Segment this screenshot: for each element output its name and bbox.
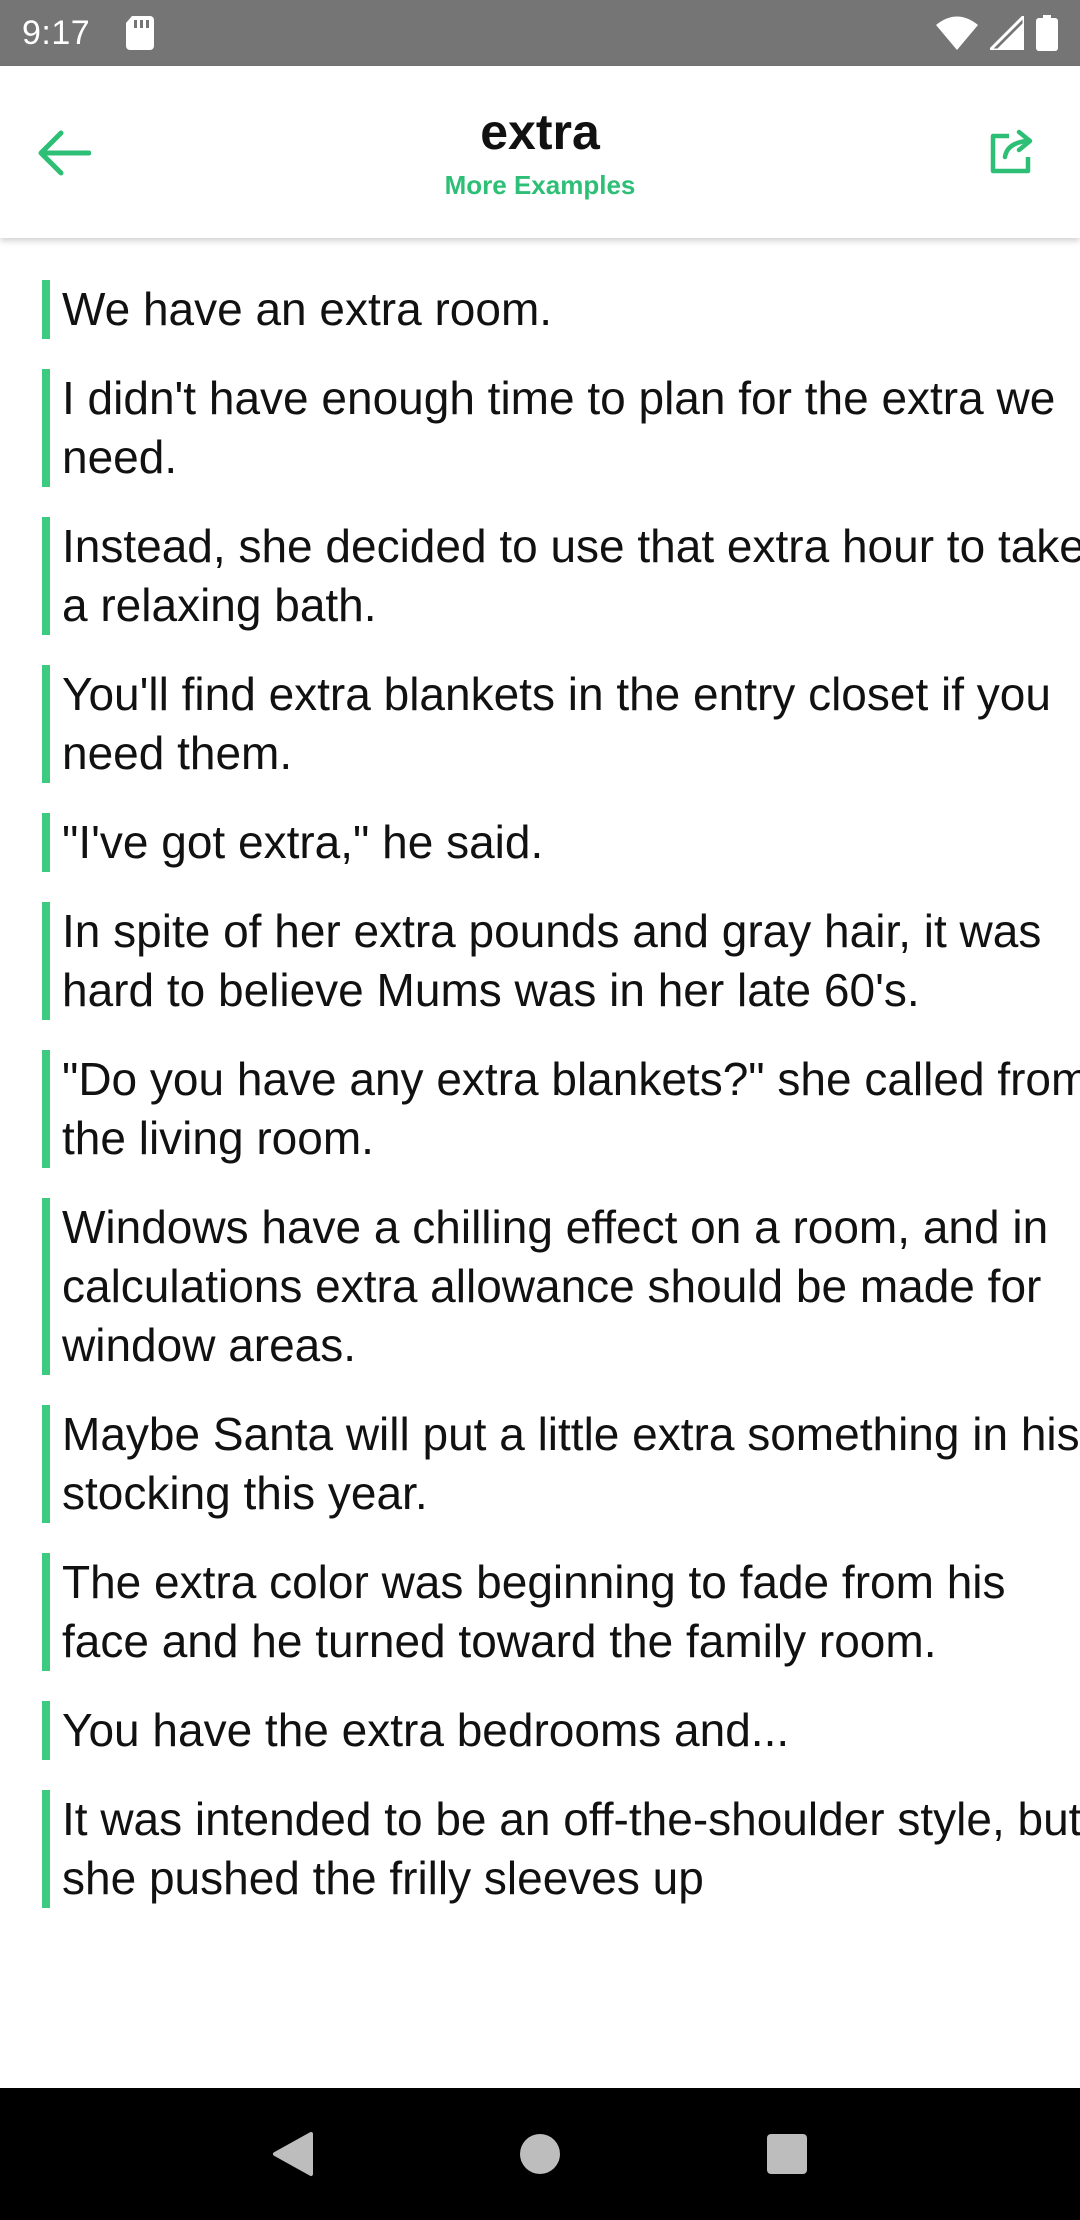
examples-list[interactable]: We have an extra room. I didn't have eno… bbox=[0, 238, 1080, 2088]
nav-home-button[interactable] bbox=[510, 2124, 570, 2184]
share-icon bbox=[990, 129, 1033, 174]
example-sentence: In spite of her extra pounds and gray ha… bbox=[42, 902, 1080, 1020]
example-sentence: "Do you have any extra blankets?" she ca… bbox=[42, 1050, 1080, 1168]
back-button[interactable] bbox=[28, 118, 98, 188]
example-sentence: The extra color was beginning to fade fr… bbox=[42, 1553, 1080, 1671]
signal-icon bbox=[990, 16, 1024, 50]
home-circle-icon bbox=[519, 2134, 560, 2174]
nav-recents-button[interactable] bbox=[757, 2124, 817, 2184]
app-bar: extra More Examples bbox=[0, 66, 1080, 238]
example-sentence: We have an extra room. bbox=[42, 280, 1080, 339]
back-triangle-icon bbox=[273, 2132, 314, 2176]
example-sentence: I didn't have enough time to plan for th… bbox=[42, 369, 1080, 487]
page-subtitle: More Examples bbox=[444, 170, 636, 200]
nav-back-button[interactable] bbox=[263, 2124, 323, 2184]
battery-icon bbox=[1036, 15, 1058, 51]
status-right bbox=[936, 15, 1058, 51]
share-button[interactable] bbox=[980, 120, 1044, 184]
wifi-icon bbox=[936, 16, 978, 50]
back-arrow-icon bbox=[38, 130, 91, 176]
example-sentence: You have the extra bedrooms and... bbox=[42, 1701, 1080, 1760]
page-title: extra bbox=[480, 104, 600, 160]
recents-square-icon bbox=[766, 2134, 807, 2174]
status-bar: 9:17 bbox=[0, 0, 1080, 66]
example-sentence: You'll find extra blankets in the entry … bbox=[42, 665, 1080, 783]
example-sentence: "I've got extra," he said. bbox=[42, 813, 1080, 872]
sd-card-icon bbox=[126, 16, 155, 50]
system-nav-bar bbox=[0, 2088, 1080, 2220]
title-block: extra More Examples bbox=[200, 102, 880, 202]
example-sentence: Windows have a chilling effect on a room… bbox=[42, 1198, 1080, 1375]
example-sentence: Instead, she decided to use that extra h… bbox=[42, 517, 1080, 635]
example-sentence: It was intended to be an off-the-shoulde… bbox=[42, 1790, 1080, 1908]
status-left: 9:17 bbox=[22, 13, 155, 53]
status-time: 9:17 bbox=[22, 13, 91, 52]
example-sentence: Maybe Santa will put a little extra some… bbox=[42, 1405, 1080, 1523]
